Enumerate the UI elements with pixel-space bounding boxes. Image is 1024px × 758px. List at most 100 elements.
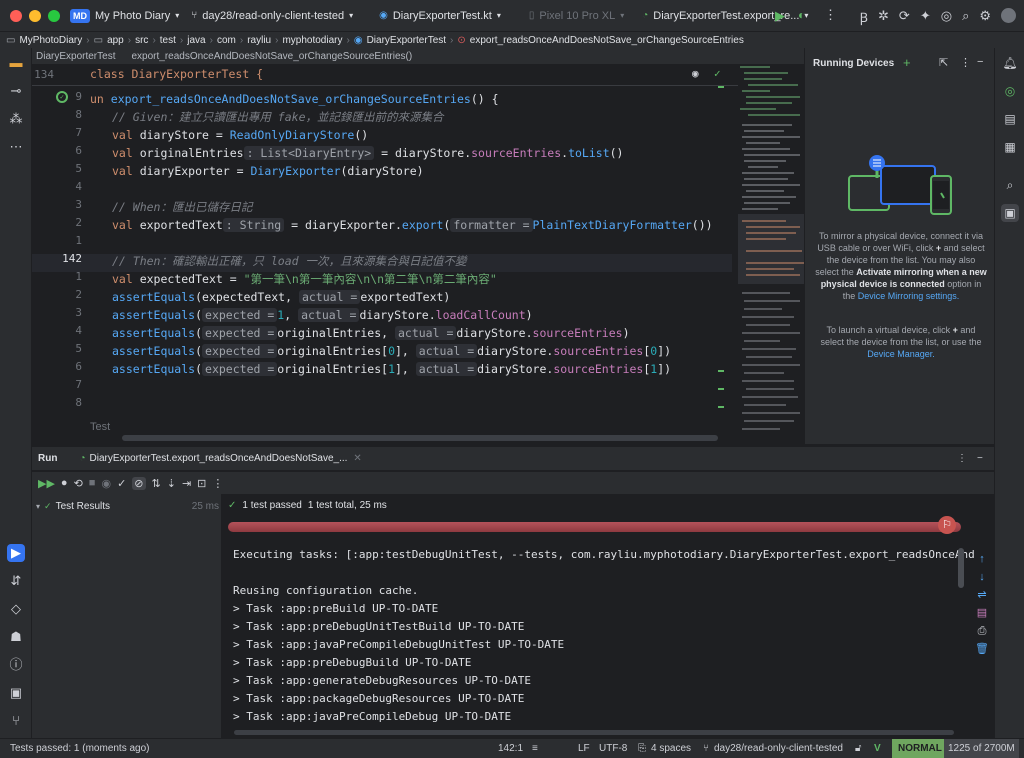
nav-class-item[interactable]: DiaryExporterTest [36,51,115,62]
gear-icon[interactable]: ⚙ [979,8,991,26]
build-variants-icon[interactable]: ⇵ [7,572,25,590]
rerun-failed-icon[interactable]: ● [61,477,68,489]
more-icon[interactable]: ⋮ [212,477,223,490]
reader-mode-icon[interactable]: ◉ [692,67,699,80]
sort-icon[interactable]: ⇅ [152,477,161,490]
status-message[interactable]: Tests passed: 1 (moments ago) [10,743,150,754]
breadcrumb-item[interactable]: MyPhotoDiary [19,35,82,46]
run-toolbar: ▶▶ ● ⟲ ■ ◉ ✓ ⊘ ⇅ ⇣ ⇥ ⊡ ⋮ [32,472,994,494]
code-editor[interactable]: 134 class DiaryExporterTest { ◉ ✓ 9 8 7 … [32,64,804,444]
translate-icon[interactable]: Ꞵ [860,8,868,26]
git-branch[interactable]: day28/read-only-client-tested [714,743,843,754]
terminal-icon[interactable]: ▣ [7,684,25,702]
trash-icon[interactable]: 🗑︎ [974,640,990,658]
debug-icon[interactable]: ◐ [798,8,805,22]
horizontal-scrollbar[interactable] [122,435,718,441]
tab-run-config[interactable]: DiaryExporterTest.export_readsOnceAndDoe… [90,453,348,464]
export-icon[interactable]: ⇥ [182,477,191,490]
show-ignored-icon[interactable]: ⊘ [132,476,146,490]
breadcrumb-item[interactable]: test [160,35,176,46]
problems-icon[interactable]: ⓘ [7,656,25,674]
tree-root-row[interactable]: ▾ ✓ Test Results 25 ms [32,498,222,514]
breadcrumb-item[interactable]: com [217,35,236,46]
memory-indicator[interactable]: 1225 of 2700M [944,739,1019,758]
scroll-down-icon[interactable]: ↓ [974,568,990,586]
soft-wrap-icon[interactable]: ⇌ [974,586,990,604]
format-icon[interactable]: ≡ [532,743,538,754]
project-selector[interactable]: MD My Photo Diary ▾ [70,8,179,23]
code-with-me-icon[interactable]: ◎ [941,8,952,26]
gradle-icon[interactable]: ◎ [1001,82,1019,100]
toggle-auto-test-icon[interactable]: ⟲ [74,477,83,490]
notifications-icon[interactable]: 🔔︎ [1001,54,1019,72]
more-icon[interactable]: ⋮ [960,56,971,69]
eye-icon[interactable]: ◉ [101,477,111,490]
project-icon[interactable]: ▬ [7,54,25,72]
rerun-icon[interactable]: ▶▶ [38,477,55,490]
breadcrumb-item[interactable]: rayliu [247,35,271,46]
structure-icon[interactable]: ⁂ [7,110,25,128]
vim-mode-badge[interactable]: NORMAL [892,739,948,758]
show-passed-icon[interactable]: ✓ [117,477,126,490]
account-icon[interactable] [1001,8,1016,23]
sync-icon[interactable]: ⟳ [899,8,910,26]
breadcrumb-item[interactable]: DiaryExporterTest [367,35,446,46]
breadcrumb-item[interactable]: java [187,35,205,46]
current-file-tab[interactable]: ◉ DiaryExporterTest.kt ▾ [379,10,501,22]
line-separator[interactable]: LF [578,743,590,754]
git-icon[interactable]: ⑂ [7,712,25,730]
breadcrumb-item[interactable]: myphotodiary [282,35,342,46]
device-explorer-icon[interactable]: ▦ [1001,138,1019,156]
stop-icon[interactable]: ■ [89,477,96,489]
device-mirroring-settings-link[interactable]: Device Mirroring settings. [858,291,960,301]
ai-assistant-icon[interactable]: ✦ [920,8,931,26]
plugin-icon[interactable]: ✲ [878,8,889,26]
inspection-icon[interactable]: ⌕ [1001,176,1019,194]
caret-position[interactable]: 142:1 [498,743,523,754]
test-console[interactable]: ✓ 1 test passed 1 test total, 25 ms ⚐ Ex… [222,494,994,738]
scroll-up-icon[interactable]: ↑ [974,550,990,568]
inspection-pass-icon[interactable]: ✓ [714,67,721,80]
breadcrumb-item[interactable]: src [135,35,148,46]
vim-icon[interactable]: V [874,743,881,754]
run-icon[interactable]: ▶ [775,8,785,24]
gem-icon[interactable]: ◇ [7,600,25,618]
indent-setting[interactable]: 4 spaces [651,743,691,754]
run-tool-icon[interactable]: ▶ [7,544,25,562]
console-hscrollbar[interactable] [234,730,954,735]
external-link-icon[interactable]: ⇱ [939,56,948,69]
more-icon[interactable]: ⋮ [824,7,837,23]
file-encoding[interactable]: UTF-8 [599,743,627,754]
minimize-panel-icon[interactable]: − [977,453,983,464]
minimize-panel-icon[interactable]: − [977,56,983,68]
search-icon[interactable]: ⌕ [962,8,969,26]
close-window-button[interactable] [10,9,22,22]
history-icon[interactable]: ⊡ [197,477,206,490]
run-test-gutter-icon[interactable]: ✓ [56,91,68,103]
console-scrollbar[interactable] [958,548,964,588]
filter-icon[interactable]: ▤ [974,604,990,622]
device-selector[interactable]: ▯ Pixel 10 Pro XL ▾ [529,10,624,22]
android-icon[interactable]: ☗ [7,628,25,646]
minimize-window-button[interactable] [29,9,41,22]
branch-selector[interactable]: ⑂ day28/read-only-client-tested ▾ [191,10,353,22]
minimap[interactable] [730,64,804,436]
right-tool-strip: 🔔︎ ◎ ▤ ▦ ⌕ ▣ [994,48,1024,738]
line-number: 8 [75,108,82,121]
lock-icon[interactable]: 🔓︎ [855,743,861,754]
close-tab-icon[interactable]: ✕ [353,453,361,464]
running-devices-icon[interactable]: ▣ [1001,204,1019,222]
device-manager-link[interactable]: Device Manager. [867,349,935,359]
zoom-window-button[interactable] [48,9,60,22]
print-icon[interactable]: ⎙ [974,622,990,640]
add-device-icon[interactable]: + [903,55,911,70]
more-tools-icon[interactable]: ⋯ [7,138,25,156]
commit-icon[interactable]: ⊸ [7,82,25,100]
more-icon[interactable]: ⋮ [957,453,967,464]
breadcrumb-item[interactable]: app [107,35,124,46]
nav-method-item[interactable]: export_readsOnceAndDoesNotSave_orChangeS… [131,51,412,62]
import-icon[interactable]: ⇣ [167,477,176,490]
tab-run[interactable]: Run [38,453,57,464]
breadcrumb-item[interactable]: export_readsOnceAndDoesNotSave_orChangeS… [470,35,744,46]
device-manager-icon[interactable]: ▤ [1001,110,1019,128]
